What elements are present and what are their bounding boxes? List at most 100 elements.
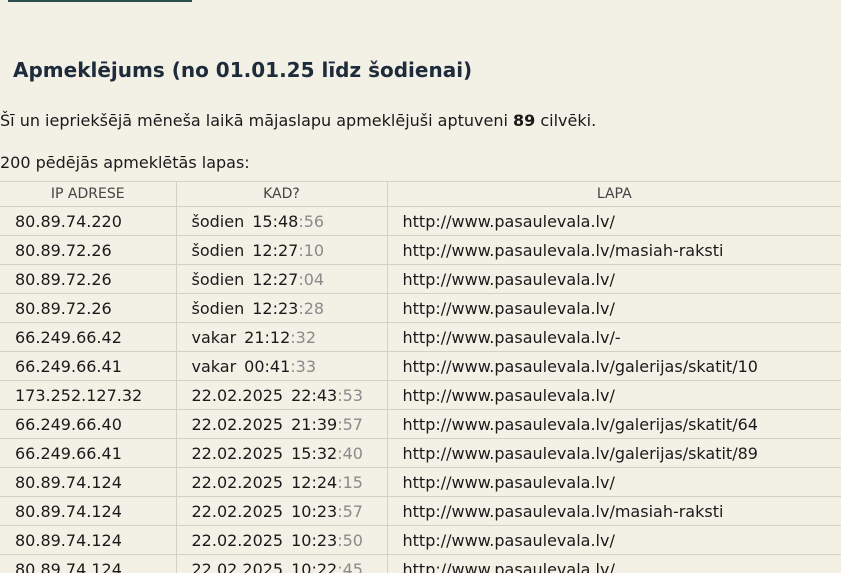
visit-time-cell: 22.02.2025 22:43:53 [175,380,388,410]
visitor-summary: Šī un iepriekšējā mēneša laikā mājaslapu… [0,111,596,130]
visit-time-cell: 22.02.2025 15:32:40 [175,438,388,468]
table-row: 80.89.74.220 šodien 15:48:56 http://www.pas… [0,206,841,236]
ip-address-cell: 80.89.72.26 [0,293,177,323]
visits-table: IP ADRESE KAD? LAPA 80.89.74.220 šodien 15… [0,181,841,573]
visit-time: 22:43 [291,385,338,405]
visit-seconds: :28 [298,298,325,318]
visit-date: 22.02.2025 [191,472,284,492]
visit-time-cell: 22.02.2025 10:23:50 [175,525,388,555]
page-url-cell: http://www.pasaulevala.lv/masiah-raksti [386,496,841,526]
ip-address-cell: 80.89.74.124 [0,467,177,497]
visit-seconds: :33 [290,356,316,376]
table-row: 80.89.72.26 šodien 12:27:04 http://www.pasa… [0,264,841,294]
visit-date: 22.02.2025 [191,414,284,434]
table-row: 66.249.66.42 vakar 21:12:32 http://www.pasa… [0,322,841,352]
table-row: 80.89.74.124 22.02.2025 10:22:45 http://www… [0,554,841,573]
ip-address-cell: 80.89.74.124 [0,525,177,555]
visit-time: 12:24 [291,472,338,492]
visit-time-cell: vakar 21:12:32 [175,322,388,352]
table-row: 80.89.72.26 šodien 12:27:10 http://www.pasa… [0,235,841,265]
page-url-cell: http://www.pasaulevala.lv/ [386,467,841,497]
visit-seconds: :32 [290,327,316,347]
visit-time-cell: 22.02.2025 10:23:57 [175,496,388,526]
visit-time: 21:39 [291,414,338,434]
visit-time-cell: šodien 15:48:56 [175,206,388,236]
table-body: 80.89.74.220 šodien 15:48:56 http://www.pas… [0,206,841,573]
visit-seconds: :04 [298,269,325,289]
visit-time-cell: 22.02.2025 21:39:57 [175,409,388,439]
visit-date: šodien [191,211,245,231]
ip-address-cell: 80.89.74.220 [0,206,177,236]
visitor-count: 89 [513,111,536,130]
page-url-cell: http://www.pasaulevala.lv/ [386,380,841,410]
page-url-cell: http://www.pasaulevala.lv/ [386,554,841,573]
visit-time: 15:48 [252,211,299,231]
ip-address-cell: 80.89.74.124 [0,496,177,526]
table-row: 80.89.74.124 22.02.2025 10:23:57 http://www… [0,496,841,526]
visit-seconds: :50 [337,530,363,550]
visit-time: 12:23 [252,298,299,318]
visit-date: šodien [191,298,245,318]
ip-address-cell: 66.249.66.42 [0,322,177,352]
visit-date: 22.02.2025 [191,530,284,550]
page-url-cell: http://www.pasaulevala.lv/galerijas/skat… [386,409,841,439]
visit-date: 22.02.2025 [191,501,284,521]
visit-seconds: :56 [298,211,325,231]
visit-seconds: :57 [337,501,363,521]
visit-seconds: :53 [337,385,363,405]
visit-time: 10:23 [291,501,338,521]
visit-seconds: :57 [337,414,363,434]
page-url-cell: http://www.pasaulevala.lv/ [386,525,841,555]
summary-text-after: cilvēki. [535,111,597,130]
visit-time-cell: 22.02.2025 10:22:45 [175,554,388,573]
page-url-cell: http://www.pasaulevala.lv/ [386,264,841,294]
visit-time: 10:23 [291,530,338,550]
visit-date: 22.02.2025 [191,443,284,463]
visit-time: 00:41 [244,356,291,376]
visit-date: vakar [191,327,237,347]
visit-time: 12:27 [252,240,299,260]
column-header-page: LAPA [386,181,841,207]
ip-address-cell: 80.89.74.124 [0,554,177,573]
column-header-ip: IP ADRESE [0,181,177,207]
visit-time: 12:27 [252,269,299,289]
ip-address-cell: 66.249.66.40 [0,409,177,439]
page: Apmeklējums (no 01.01.25 līdz šodienai) … [0,0,841,573]
table-row: 66.249.66.40 22.02.2025 21:39:57 http://www… [0,409,841,439]
table-row: 173.252.127.32 22.02.2025 22:43:53 http://w… [0,380,841,410]
ip-address-cell: 66.249.66.41 [0,438,177,468]
visit-time: 15:32 [291,443,338,463]
table-row: 66.249.66.41 vakar 00:41:33 http://www.pasa… [0,351,841,381]
visit-time-cell: šodien 12:27:10 [175,235,388,265]
visit-seconds: :15 [337,472,363,492]
page-title: Apmeklējums (no 01.01.25 līdz šodienai) [13,58,473,82]
visit-time-cell: šodien 12:27:04 [175,264,388,294]
visit-time-cell: šodien 12:23:28 [175,293,388,323]
visit-seconds: :45 [337,559,363,573]
page-url-cell: http://www.pasaulevala.lv/ [386,293,841,323]
ip-address-cell: 80.89.72.26 [0,264,177,294]
page-url-cell: http://www.pasaulevala.lv/ [386,206,841,236]
top-bar [8,0,192,2]
summary-text-before: Šī un iepriekšējā mēneša laikā mājaslapu… [0,111,514,130]
visit-seconds: :40 [337,443,363,463]
ip-address-cell: 66.249.66.41 [0,351,177,381]
visit-date: šodien [191,240,245,260]
visit-time: 10:22 [291,559,338,573]
visit-date: šodien [191,269,245,289]
ip-address-cell: 173.252.127.32 [0,380,177,410]
page-url-cell: http://www.pasaulevala.lv/masiah-raksti [386,235,841,265]
visit-date: 22.02.2025 [191,559,284,573]
ip-address-cell: 80.89.72.26 [0,235,177,265]
table-row: 66.249.66.41 22.02.2025 15:32:40 http://www… [0,438,841,468]
visit-time-cell: vakar 00:41:33 [175,351,388,381]
visit-time: 21:12 [244,327,291,347]
table-header-row: IP ADRESE KAD? LAPA [0,181,841,207]
visit-seconds: :10 [298,240,325,260]
table-row: 80.89.74.124 22.02.2025 12:24:15 http://www… [0,467,841,497]
table-row: 80.89.72.26 šodien 12:23:28 http://www.pasa… [0,293,841,323]
visit-time-cell: 22.02.2025 12:24:15 [175,467,388,497]
page-url-cell: http://www.pasaulevala.lv/- [386,322,841,352]
page-url-cell: http://www.pasaulevala.lv/galerijas/skat… [386,438,841,468]
visit-date: vakar [191,356,237,376]
